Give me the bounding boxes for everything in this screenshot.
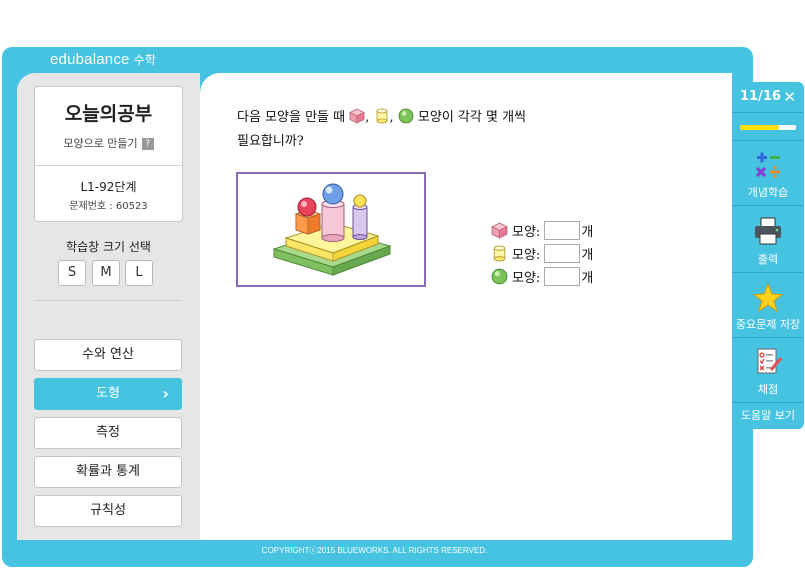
stacked-shapes-image <box>272 183 392 276</box>
lesson-subtitle: 모양으로 만들기? <box>35 135 182 151</box>
menu-item-number-operation[interactable]: 수와 연산 <box>34 339 182 371</box>
progress-bar <box>732 112 804 140</box>
grade-button[interactable]: 채점 <box>732 337 804 402</box>
math-symbols-icon <box>755 152 780 179</box>
problem-counter: 11/16 ✕ <box>732 82 804 112</box>
sphere-icon <box>491 268 508 285</box>
cube-count-input[interactable] <box>544 221 581 240</box>
question-text: 다음 모양을 만들 때 , , 모양이 각각 몇 개씩 필요합니까? <box>237 108 526 149</box>
chevron-right-icon: › <box>162 384 169 403</box>
help-icon[interactable]: ? <box>141 138 154 150</box>
card-divider <box>35 165 182 166</box>
cylinder-icon <box>493 245 506 262</box>
size-m-button[interactable]: M <box>92 260 120 286</box>
left-divider <box>34 300 181 301</box>
size-s-button[interactable]: S <box>58 260 86 286</box>
answer-row-sphere: 모양: 개 <box>491 265 593 288</box>
save-important-button[interactable]: 중요문제 저장 <box>732 272 804 337</box>
concept-study-button[interactable]: 개념학습 <box>732 140 804 205</box>
cube-icon <box>491 222 508 239</box>
lesson-card: 오늘의공부 모양으로 만들기? L1-92단계 문제번호 : 60523 <box>34 86 183 222</box>
brand-logo: edubalance 수학 <box>50 51 157 68</box>
close-icon[interactable]: ✕ <box>783 82 796 112</box>
progress-fill <box>740 125 779 130</box>
problem-number: 문제번호 : 60523 <box>69 201 148 212</box>
sphere-icon <box>398 108 414 124</box>
printer-icon <box>755 217 781 245</box>
sphere-count-input[interactable] <box>544 267 581 286</box>
cube-icon <box>349 108 366 124</box>
menu-item-probability[interactable]: 확률과 통계 <box>34 456 182 488</box>
shape-illustration <box>236 172 426 287</box>
help-guide-button[interactable]: 도움말 보기 <box>732 402 804 429</box>
menu-item-measurement[interactable]: 측정 <box>34 417 182 449</box>
menu-item-geometry[interactable]: 도형 › <box>34 378 182 410</box>
size-l-button[interactable]: L <box>125 260 153 286</box>
lesson-level: L1-92단계 <box>80 180 137 194</box>
answer-area: 모양: 개 모양: 개 모양: 개 <box>491 219 593 288</box>
grading-sheet-icon <box>757 348 783 374</box>
window-size-label: 학습창 크기 선택 <box>66 240 151 254</box>
lesson-title: 오늘의공부 <box>64 103 153 125</box>
footer-copyright: COPYRIGHTⓒ2015 BLUEWORKS. ALL RIGHTS RES… <box>261 546 488 555</box>
star-icon <box>752 282 784 313</box>
cylinder-icon <box>376 108 387 124</box>
cylinder-count-input[interactable] <box>544 244 581 263</box>
answer-row-cylinder: 모양: 개 <box>491 242 593 265</box>
print-button[interactable]: 출력 <box>732 205 804 272</box>
menu-item-pattern[interactable]: 규칙성 <box>34 495 182 527</box>
answer-row-cube: 모양: 개 <box>491 219 593 242</box>
